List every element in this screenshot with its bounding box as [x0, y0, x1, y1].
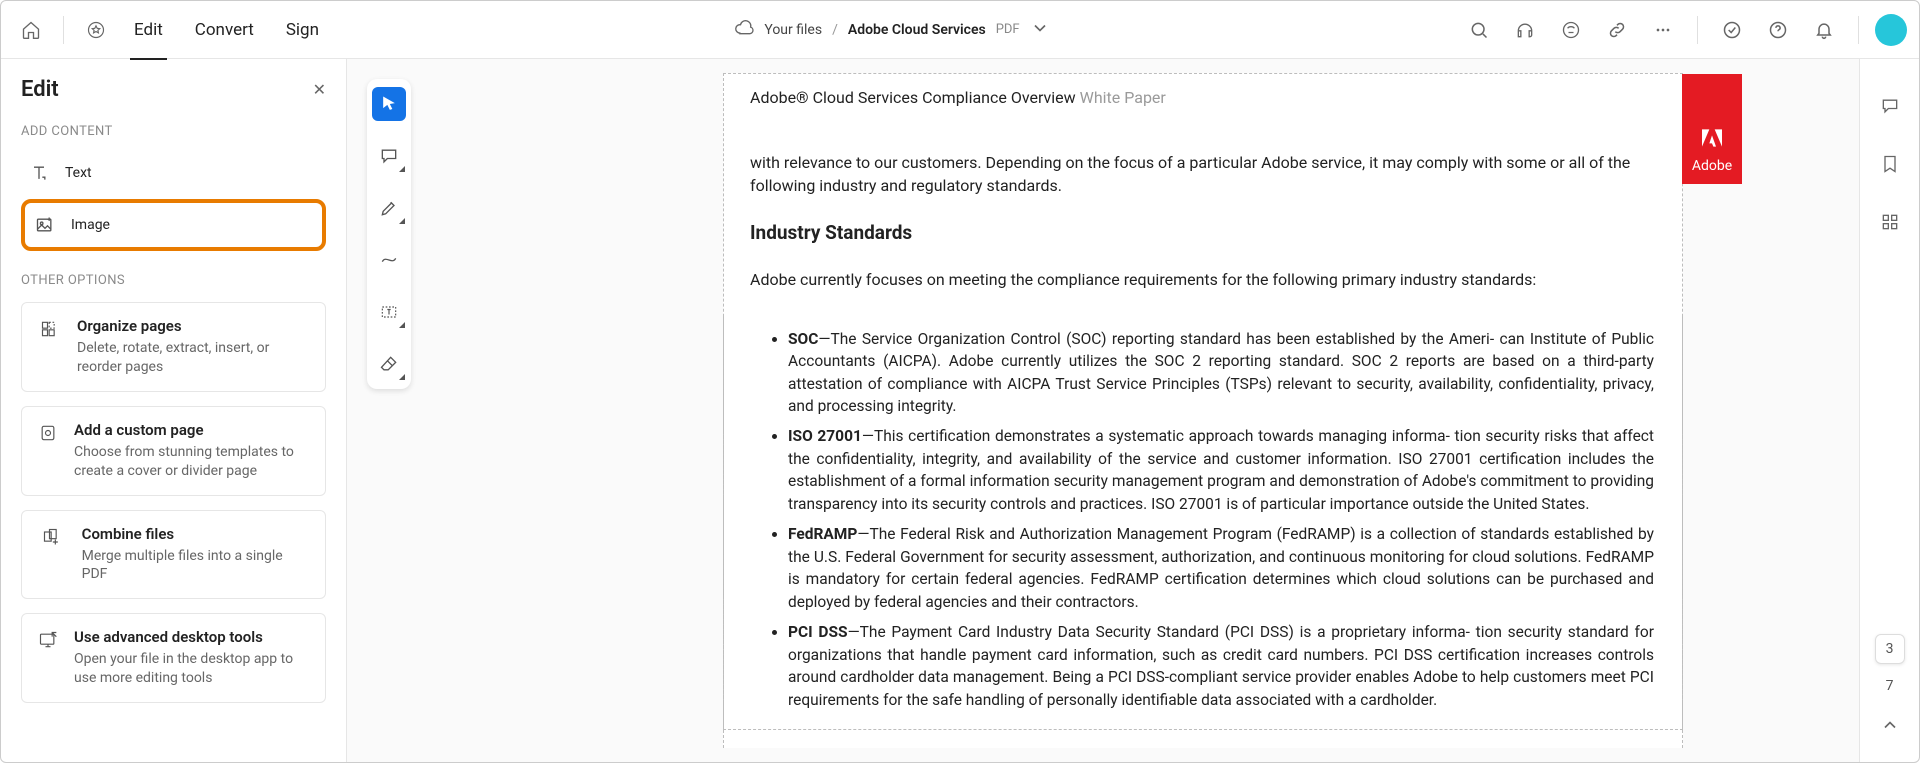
tab-convert[interactable]: Convert	[191, 2, 258, 58]
comment-tool[interactable]	[372, 139, 406, 173]
breadcrumb-root[interactable]: Your files	[764, 22, 822, 38]
desktop-icon	[38, 628, 58, 688]
adobe-badge-label: Adobe	[1692, 158, 1732, 174]
select-tool[interactable]	[372, 87, 406, 121]
bullet-term: SOC	[788, 330, 818, 348]
doc-bullet: FedRAMP—The Federal Risk and Authorizati…	[788, 523, 1654, 613]
file-extension: PDF	[996, 22, 1020, 37]
thumbnails-panel-icon[interactable]	[1873, 205, 1907, 239]
custompage-icon	[38, 421, 58, 481]
search-icon[interactable]	[1461, 12, 1497, 48]
tab-edit[interactable]: Edit	[130, 2, 167, 58]
doc-bullet: SOC—The Service Organization Control (SO…	[788, 328, 1654, 418]
document-page: Adobe Adobe® Cloud Services Compliance O…	[723, 73, 1683, 748]
close-icon[interactable]: ✕	[313, 80, 326, 99]
bullet-term: ISO 27001	[788, 427, 862, 445]
add-image-label: Image	[71, 217, 110, 233]
breadcrumb-separator: /	[832, 22, 838, 38]
doc-bullet: PCI DSS—The Payment Card Industry Data S…	[788, 621, 1654, 711]
edit-panel: Edit ✕ ADD CONTENT Text Image OTHER OPTI…	[1, 59, 347, 762]
textbox-tool[interactable]	[372, 295, 406, 329]
doc-list: SOC—The Service Organization Control (SO…	[770, 328, 1654, 712]
topbar-left: Edit Convert Sign	[13, 2, 323, 58]
add-text-label: Text	[65, 165, 92, 181]
add-text[interactable]: Text	[21, 153, 326, 193]
option-desktop-tools[interactable]: Use advanced desktop tools Open your fil…	[21, 613, 326, 703]
more-icon[interactable]	[1645, 12, 1681, 48]
bullet-text: —The Federal Risk and Authorization Mana…	[788, 525, 1654, 610]
star-selector-icon[interactable]	[78, 12, 114, 48]
breadcrumb: Your files / Adobe Cloud Services PDF	[323, 18, 1461, 42]
doc-bullet: ISO 27001—This certification demonstrate…	[788, 425, 1654, 515]
option-combine-title: Combine files	[82, 525, 309, 543]
organize-icon	[38, 317, 61, 377]
option-custompage-title: Add a custom page	[74, 421, 309, 439]
chevron-down-icon[interactable]	[1030, 18, 1050, 42]
option-custom-page[interactable]: Add a custom page Choose from stunning t…	[21, 406, 326, 496]
doc-header-tag: White Paper	[1080, 88, 1166, 107]
bullet-text: —The Payment Card Industry Data Security…	[788, 623, 1654, 708]
right-rail: 3 7	[1859, 59, 1919, 762]
combine-icon	[38, 525, 66, 585]
tab-sign[interactable]: Sign	[282, 2, 323, 58]
option-organize-desc: Delete, rotate, extract, insert, or reor…	[77, 340, 269, 375]
doc-intro: with relevance to our customers. Dependi…	[750, 151, 1656, 197]
avatar[interactable]	[1875, 14, 1907, 46]
check-circle-icon[interactable]	[1714, 12, 1750, 48]
doc-list-block: SOC—The Service Organization Control (SO…	[723, 316, 1683, 731]
bullet-text: —This certification demonstrates a syste…	[788, 427, 1654, 512]
separator	[63, 16, 64, 44]
doc-section-heading: Industry Standards	[750, 221, 1656, 244]
assistant-icon[interactable]	[1553, 12, 1589, 48]
document-canvas[interactable]: Adobe Adobe® Cloud Services Compliance O…	[547, 59, 1859, 762]
main: Edit ✕ ADD CONTENT Text Image OTHER OPTI…	[1, 59, 1919, 762]
topbar-tabs: Edit Convert Sign	[130, 2, 323, 58]
text-icon	[29, 163, 49, 183]
add-image[interactable]: Image	[21, 199, 326, 251]
bookmark-panel-icon[interactable]	[1873, 147, 1907, 181]
home-icon[interactable]	[13, 12, 49, 48]
edit-panel-title: Edit	[21, 77, 59, 102]
option-desktop-desc: Open your file in the desktop app to use…	[74, 651, 293, 686]
topbar: Edit Convert Sign Your files / Adobe Clo…	[1, 1, 1919, 59]
page-indicator: 3 7	[1873, 634, 1907, 742]
breadcrumb-current: Adobe Cloud Services	[848, 22, 986, 38]
adobe-badge: Adobe	[1682, 74, 1742, 184]
headphones-icon[interactable]	[1507, 12, 1543, 48]
option-custompage-desc: Choose from stunning templates to create…	[74, 444, 294, 479]
tool-column	[367, 79, 411, 389]
other-options-label: OTHER OPTIONS	[21, 273, 326, 288]
separator	[1858, 16, 1859, 44]
draw-tool[interactable]	[372, 243, 406, 277]
option-organize-title: Organize pages	[77, 317, 309, 335]
bullet-text: —The Service Organization Control (SOC) …	[788, 330, 1654, 415]
bullet-term: PCI DSS	[788, 623, 848, 641]
option-desktop-title: Use advanced desktop tools	[74, 628, 309, 646]
option-combine-desc: Merge multiple files into a single PDF	[82, 548, 283, 583]
page-total: 7	[1886, 678, 1894, 694]
doc-header: Adobe® Cloud Services Compliance Overvie…	[750, 88, 1656, 107]
scroll-top-icon[interactable]	[1873, 708, 1907, 742]
bell-icon[interactable]	[1806, 12, 1842, 48]
doc-header-title: Adobe® Cloud Services Compliance Overvie…	[750, 88, 1080, 107]
erase-tool[interactable]	[372, 347, 406, 381]
bullet-term: FedRAMP	[788, 525, 857, 543]
topbar-right	[1461, 12, 1907, 48]
page-current[interactable]: 3	[1875, 634, 1905, 664]
edit-panel-header: Edit ✕	[21, 77, 326, 102]
highlight-tool[interactable]	[372, 191, 406, 225]
option-combine-files[interactable]: Combine files Merge multiple files into …	[21, 510, 326, 600]
cloud-icon	[734, 18, 754, 42]
toolstrip	[347, 59, 547, 762]
add-content-label: ADD CONTENT	[21, 124, 326, 139]
comments-panel-icon[interactable]	[1873, 89, 1907, 123]
option-organize-pages[interactable]: Organize pages Delete, rotate, extract, …	[21, 302, 326, 392]
link-icon[interactable]	[1599, 12, 1635, 48]
doc-section-para: Adobe currently focuses on meeting the c…	[750, 268, 1656, 291]
help-icon[interactable]	[1760, 12, 1796, 48]
image-icon	[35, 215, 55, 235]
separator	[1697, 16, 1698, 44]
